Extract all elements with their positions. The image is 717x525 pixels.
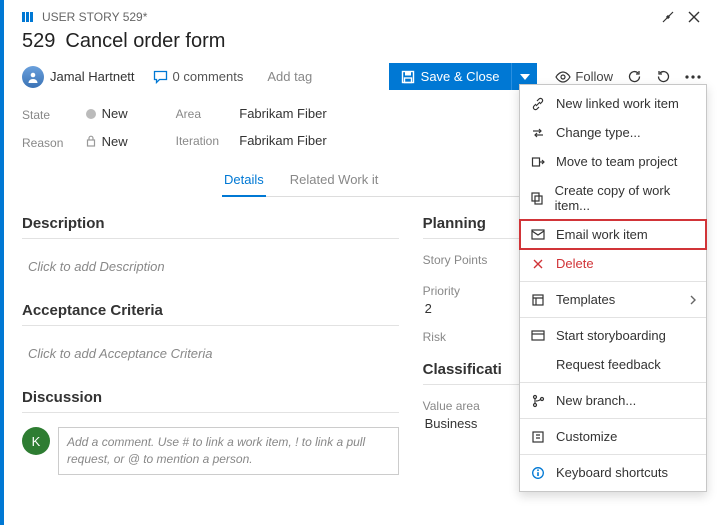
save-icon	[401, 70, 415, 84]
menu-new-branch[interactable]: New branch...	[520, 386, 706, 415]
breadcrumb-label: USER STORY 529*	[42, 10, 147, 24]
discussion-input[interactable]: Add a comment. Use # to link a work item…	[58, 427, 399, 475]
move-icon	[530, 155, 546, 169]
follow-button[interactable]: Follow	[555, 69, 613, 84]
add-tag-button[interactable]: Add tag	[261, 66, 318, 87]
menu-change-type[interactable]: Change type...	[520, 118, 706, 147]
save-label: Save & Close	[421, 69, 500, 84]
description-field[interactable]: Click to add Description	[22, 253, 399, 302]
discussion-heading: Discussion	[22, 389, 399, 406]
eye-icon	[555, 71, 571, 83]
save-split-button: Save & Close	[389, 63, 538, 90]
close-window-button[interactable]	[687, 10, 701, 24]
iteration-value[interactable]: Fabrikam Fiber	[239, 133, 326, 148]
refresh-button[interactable]	[627, 69, 642, 84]
menu-keyboard-shortcuts[interactable]: Keyboard shortcuts	[520, 458, 706, 487]
state-dot-icon	[86, 109, 96, 119]
follow-label: Follow	[575, 69, 613, 84]
comments-label: 0 comments	[173, 69, 244, 84]
delete-icon	[530, 258, 546, 270]
work-item-title[interactable]: Cancel order form	[65, 30, 225, 53]
comment-icon	[153, 70, 168, 84]
customize-icon	[530, 430, 546, 444]
avatar	[22, 66, 44, 88]
mail-icon	[530, 229, 546, 240]
swap-icon	[530, 126, 546, 140]
tab-related[interactable]: Related Work it	[288, 164, 381, 196]
iteration-label: Iteration	[176, 134, 236, 148]
menu-delete[interactable]: Delete	[520, 249, 706, 278]
menu-create-copy[interactable]: Create copy of work item...	[520, 176, 706, 220]
current-user-avatar: K	[22, 427, 50, 455]
tab-details[interactable]: Details	[222, 164, 266, 197]
revert-button[interactable]	[656, 69, 671, 84]
area-value[interactable]: Fabrikam Fiber	[239, 106, 326, 121]
work-item-id: 529	[22, 30, 55, 53]
chevron-right-icon	[690, 295, 696, 305]
menu-move-project[interactable]: Move to team project	[520, 147, 706, 176]
branch-icon	[530, 394, 546, 408]
menu-email-work-item[interactable]: Email work item	[520, 220, 706, 249]
assignee-name: Jamal Hartnett	[50, 69, 135, 84]
lock-icon	[86, 135, 96, 147]
menu-start-storyboarding[interactable]: Start storyboarding	[520, 321, 706, 350]
area-label: Area	[176, 107, 236, 121]
link-add-icon	[530, 97, 546, 111]
work-item-type-icon	[22, 11, 36, 23]
actions-menu: New linked work item Change type... Move…	[519, 84, 707, 492]
title-row: 529 Cancel order form	[22, 30, 701, 53]
acceptance-heading: Acceptance Criteria	[22, 302, 399, 319]
acceptance-field[interactable]: Click to add Acceptance Criteria	[22, 340, 399, 389]
menu-templates[interactable]: Templates	[520, 285, 706, 314]
breadcrumb: USER STORY 529*	[22, 10, 701, 24]
more-actions-button[interactable]	[685, 75, 701, 79]
copy-icon	[530, 191, 545, 205]
reason-label: Reason	[22, 136, 82, 150]
save-button[interactable]: Save & Close	[389, 63, 512, 90]
description-heading: Description	[22, 215, 399, 232]
restore-window-button[interactable]	[661, 10, 675, 24]
storyboard-icon	[530, 330, 546, 342]
info-icon	[530, 466, 546, 480]
menu-customize[interactable]: Customize	[520, 422, 706, 451]
comments-link[interactable]: 0 comments	[153, 69, 244, 84]
templates-icon	[530, 293, 546, 307]
state-value[interactable]: New	[86, 106, 128, 121]
menu-request-feedback[interactable]: Request feedback	[520, 350, 706, 379]
assignee-picker[interactable]: Jamal Hartnett	[22, 66, 135, 88]
reason-value[interactable]: New	[86, 134, 128, 149]
menu-new-linked-work-item[interactable]: New linked work item	[520, 89, 706, 118]
state-label: State	[22, 108, 82, 122]
